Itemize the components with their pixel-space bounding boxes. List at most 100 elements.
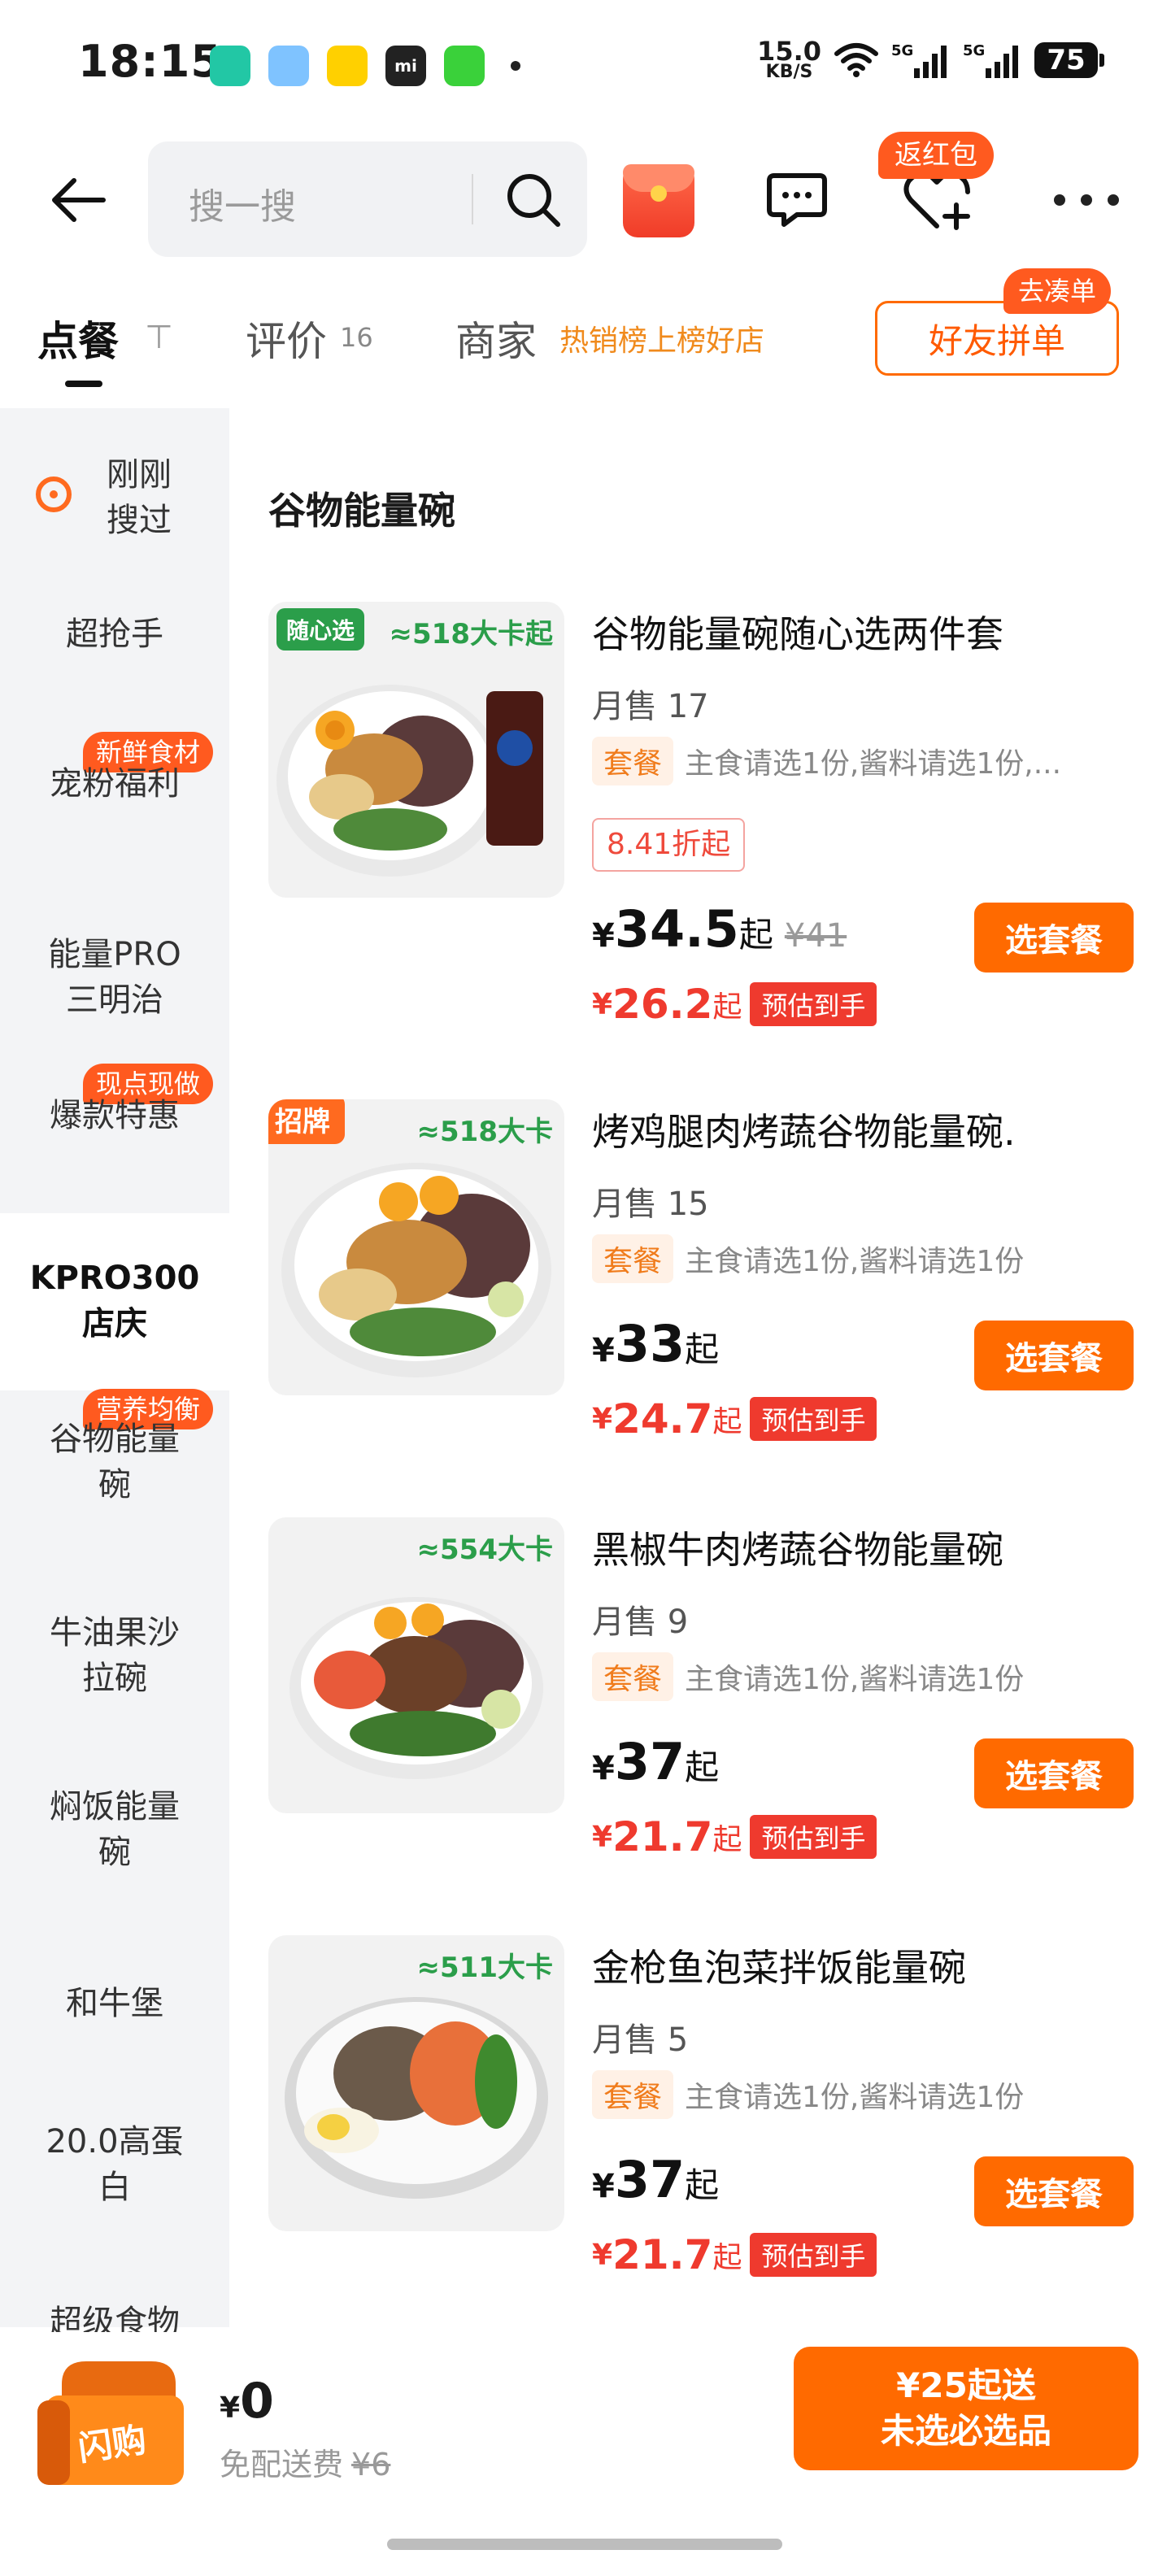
product-tag: 随心选: [276, 608, 365, 651]
app-icon-mi: mi: [385, 46, 426, 86]
sidebar-item-anniversary[interactable]: KPRO300 店庆: [0, 1213, 229, 1390]
sidebar-item-wagyu-burger[interactable]: 和牛堡: [0, 1981, 229, 2026]
status-time: 18:15: [78, 36, 222, 87]
search-icon[interactable]: [503, 169, 564, 231]
product-combo-info: 套餐 主食请选1份,酱料请选1份,...: [592, 737, 1061, 785]
search-placeholder: 搜一搜: [189, 186, 296, 228]
sidebar-item-high-protein[interactable]: 20.0高蛋 白: [0, 2119, 229, 2210]
signal-icon-1: 5G: [891, 42, 947, 78]
estimated-price: ¥21.7 起预估到手: [592, 1813, 877, 1860]
product-price: ¥37起: [592, 2150, 720, 2209]
checkout-button[interactable]: ¥25起送 未选必选品: [794, 2347, 1138, 2470]
product-calories: ≈518大卡起: [389, 618, 553, 651]
tab-reviews[interactable]: 评价: [246, 309, 327, 368]
more-options-icon[interactable]: [1054, 189, 1119, 211]
product-calories: ≈518大卡: [416, 1116, 553, 1148]
select-combo-button[interactable]: 选套餐: [974, 903, 1134, 973]
back-button[interactable]: [46, 168, 111, 233]
tab-merchant[interactable]: 商家: [455, 309, 537, 368]
product-image[interactable]: 招牌 ≈518大卡: [268, 1099, 564, 1395]
original-price: ¥41: [784, 917, 847, 955]
combo-tag: 套餐: [592, 1234, 674, 1283]
favorite-red-packet-badge: 返红包: [878, 132, 994, 179]
product-tag: 招牌: [268, 1099, 345, 1144]
product-monthly-sales: 月售 5: [592, 2021, 689, 2059]
product-card[interactable]: ≈554大卡 黑椒牛肉烤蔬谷物能量碗 月售 9 套餐 主食请选1份,酱料请选1份…: [268, 1517, 1138, 1924]
sidebar-item-grain-bowl[interactable]: 谷物能量 碗: [0, 1416, 229, 1508]
product-card[interactable]: ≈511大卡 金枪鱼泡菜拌饭能量碗 月售 5 套餐 主食请选1份,酱料请选1份 …: [268, 1935, 1138, 2342]
app-icon-2: [268, 46, 309, 86]
product-combo-info: 套餐 主食请选1份,酱料请选1份: [592, 1652, 1024, 1701]
product-price: ¥33起: [592, 1314, 720, 1373]
tab-order-indicator: [65, 381, 102, 387]
product-price: ¥37起: [592, 1732, 720, 1791]
app-icon-5: [444, 46, 485, 86]
estimated-badge: 预估到手: [750, 1815, 877, 1859]
estimated-badge: 预估到手: [750, 982, 877, 1026]
product-name[interactable]: 黑椒牛肉烤蔬谷物能量碗: [592, 1521, 1003, 1574]
sidebar-item-avocado-salad[interactable]: 牛油果沙 拉碗: [0, 1610, 229, 1701]
arrow-left-icon: [52, 178, 106, 222]
product-combo-info: 套餐 主食请选1份,酱料请选1份: [592, 2070, 1024, 2119]
select-combo-button[interactable]: 选套餐: [974, 1738, 1134, 1808]
svg-text:5G: 5G: [891, 42, 913, 59]
wifi-icon: [834, 43, 878, 77]
product-image[interactable]: 随心选 ≈518大卡起: [268, 602, 564, 898]
estimated-price: ¥24.7 起预估到手: [592, 1395, 877, 1442]
estimated-badge: 预估到手: [750, 2233, 877, 2277]
product-name[interactable]: 金枪鱼泡菜拌饭能量碗: [592, 1939, 966, 1992]
battery-indicator: 75: [1034, 42, 1104, 78]
hot-list-label: 热销榜上榜好店: [559, 324, 765, 358]
sidebar-item-pro-sandwich[interactable]: 能量PRO 三明治: [0, 932, 229, 1023]
select-combo-button[interactable]: 选套餐: [974, 2156, 1134, 2226]
red-packet-icon[interactable]: [623, 164, 694, 237]
combo-description: 主食请选1份,酱料请选1份,...: [685, 747, 1062, 781]
status-bar: 18:15 mi 15.0 KB/S 5G 5G 75: [0, 0, 1171, 130]
sidebar-item-fan-welfare[interactable]: 宠粉福利: [0, 761, 229, 807]
more-notifications-dot: [511, 61, 520, 71]
estimated-price: ¥21.7 起预估到手: [592, 2231, 877, 2278]
combo-tag: 套餐: [592, 2070, 674, 2119]
app-icon-1: [210, 46, 250, 86]
combo-description: 主食请选1份,酱料请选1份: [685, 1663, 1025, 1696]
sidebar-item-hot-deals[interactable]: 爆款特惠: [0, 1093, 229, 1138]
sidebar-item-braised-rice[interactable]: 焖饭能量 碗: [0, 1784, 229, 1875]
product-image[interactable]: ≈554大卡: [268, 1517, 564, 1813]
signal-icon-2: 5G: [963, 42, 1018, 78]
product-calories: ≈511大卡: [416, 1952, 553, 1984]
tab-order[interactable]: 点餐: [37, 309, 119, 368]
delivery-fee-info: 免配送费 ¥6: [220, 2447, 391, 2482]
discount-badge: 8.41折起: [592, 818, 746, 872]
sidebar-item-recent[interactable]: 刚刚 搜过: [24, 452, 254, 543]
combo-description: 主食请选1份,酱料请选1份: [685, 2081, 1025, 2114]
message-icon[interactable]: [764, 168, 829, 233]
sidebar-item-hot[interactable]: 超抢手: [0, 611, 229, 657]
product-combo-info: 套餐 主食请选1份,酱料请选1份: [592, 1234, 1024, 1283]
home-indicator[interactable]: [387, 2539, 782, 2550]
category-sidebar: 刚刚 搜过 超抢手 新鲜食材 宠粉福利 能量PRO 三明治 现点现做 爆款特惠 …: [0, 408, 229, 2341]
product-card[interactable]: 招牌 ≈518大卡 烤鸡腿肉烤蔬谷物能量碗. 月售 15 套餐 主食请选1份,酱…: [268, 1099, 1138, 1506]
svg-text:5G: 5G: [963, 42, 985, 59]
tab-reviews-count: 16: [340, 322, 373, 353]
notification-icons: mi: [210, 46, 520, 86]
product-name[interactable]: 烤鸡腿肉烤蔬谷物能量碗.: [592, 1103, 1016, 1156]
estimated-price: ¥26.2 起预估到手: [592, 981, 877, 1028]
estimated-badge: 预估到手: [750, 1397, 877, 1441]
product-monthly-sales: 月售 17: [592, 688, 709, 725]
section-title: 谷物能量碗: [268, 489, 455, 533]
search-bar[interactable]: 搜一搜: [148, 141, 587, 257]
select-combo-button[interactable]: 选套餐: [974, 1321, 1134, 1390]
product-name[interactable]: 谷物能量碗随心选两件套: [592, 605, 1003, 659]
product-calories: ≈554大卡: [416, 1534, 553, 1566]
cart-total: ¥0: [220, 2373, 274, 2430]
combo-description: 主食请选1份,酱料请选1份: [685, 1245, 1025, 1278]
product-card[interactable]: 随心选 ≈518大卡起 谷物能量碗随心选两件套 月售 17 套餐 主食请选1份,…: [268, 602, 1138, 1028]
pin-top-icon[interactable]: ⊤: [145, 319, 173, 356]
combo-tag: 套餐: [592, 737, 674, 785]
net-speed: 15.0 KB/S: [757, 36, 821, 82]
shopping-bag-icon[interactable]: 闪购: [29, 2352, 192, 2490]
app-icon-3: [327, 46, 368, 86]
combo-tag: 套餐: [592, 1652, 674, 1701]
product-image[interactable]: ≈511大卡: [268, 1935, 564, 2231]
product-monthly-sales: 月售 9: [592, 1603, 689, 1641]
